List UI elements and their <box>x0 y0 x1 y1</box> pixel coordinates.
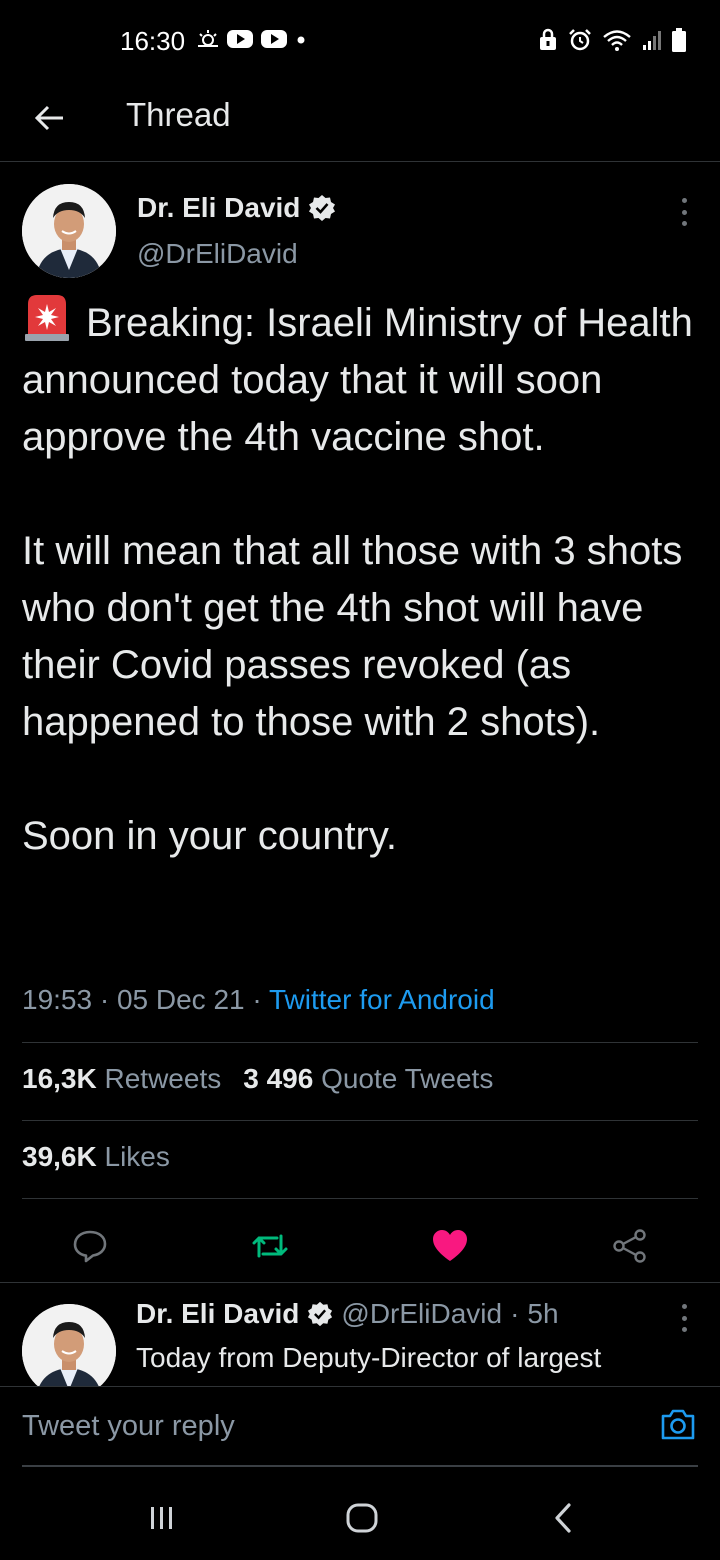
author-name-row[interactable]: Dr. Eli David <box>137 192 336 224</box>
reply-author-avatar[interactable] <box>22 1304 116 1398</box>
tweet-paragraph-3: Soon in your country. <box>22 814 398 858</box>
tweet-date: 05 Dec 21 <box>116 984 245 1015</box>
tweet-text: Breaking: Israeli Ministry of Health ann… <box>22 292 698 865</box>
status-right-icons <box>538 28 686 52</box>
share-icon <box>613 1229 646 1263</box>
camera-button[interactable] <box>660 1407 696 1443</box>
reply-more-options-button[interactable] <box>674 1304 694 1332</box>
reply-text[interactable]: Today from Deputy-Director of largest <box>136 1338 696 1386</box>
divider <box>22 1042 698 1043</box>
alarm-icon <box>569 29 591 51</box>
recent-apps-button[interactable] <box>140 1498 184 1538</box>
reply-composer <box>0 1386 720 1467</box>
system-nav-bar <box>0 1470 720 1560</box>
reply-icon <box>73 1230 107 1263</box>
share-button[interactable] <box>608 1224 652 1268</box>
reply-button[interactable] <box>68 1224 112 1268</box>
likes-count: 39,6K <box>22 1141 97 1172</box>
avatar-photo <box>22 1304 116 1398</box>
more-dot <box>681 1304 687 1309</box>
wifi-icon <box>603 30 631 51</box>
weather-icon <box>198 30 218 47</box>
composer-underline <box>22 1465 698 1467</box>
back-icon <box>555 1503 571 1533</box>
divider <box>22 1120 698 1121</box>
reply-author-name: Dr. Eli David <box>136 1298 300 1329</box>
verified-badge-icon <box>309 195 336 221</box>
nav-back-button[interactable] <box>542 1498 586 1538</box>
more-dot <box>681 1315 687 1321</box>
tweet-stats-row: 16,3K Retweets 3 496 Quote Tweets <box>22 1063 493 1095</box>
signal-icon <box>643 31 661 50</box>
camera-icon <box>661 1409 695 1440</box>
retweets-count: 16,3K <box>22 1063 97 1094</box>
author-avatar[interactable] <box>22 184 116 278</box>
avatar-photo <box>22 184 116 278</box>
reply-input[interactable] <box>22 1401 622 1451</box>
tweet-paragraph-1-text: Breaking: Israeli Ministry of Health ann… <box>22 301 693 459</box>
divider <box>0 1282 720 1283</box>
notification-dot-icon <box>297 36 305 44</box>
tweet-actions <box>0 1218 720 1280</box>
author-name: Dr. Eli David <box>137 192 301 223</box>
back-button[interactable] <box>30 98 70 138</box>
status-bar: 16:30 <box>0 0 720 82</box>
rotating-light-emoji-icon <box>25 295 69 341</box>
tweet-paragraph-2: It will mean that all those with 3 shots… <box>22 529 683 744</box>
retweet-button[interactable] <box>248 1224 292 1268</box>
tweet-meta: 19:53 · 05 Dec 21 · Twitter for Android <box>22 984 495 1016</box>
likes-label: Likes <box>104 1141 170 1172</box>
retweet-icon <box>252 1234 288 1258</box>
more-dot <box>681 1327 687 1332</box>
retweets-label: Retweets <box>104 1063 222 1094</box>
home-icon <box>346 1503 378 1533</box>
quote-tweets-count: 3 496 <box>243 1063 314 1094</box>
page-title: Thread <box>126 96 231 133</box>
heart-filled-icon <box>433 1230 467 1261</box>
recent-apps-icon <box>151 1507 172 1529</box>
likes-stat[interactable]: 39,6K Likes <box>22 1141 170 1173</box>
battery-icon <box>672 28 686 52</box>
divider <box>22 1198 698 1199</box>
thread-header: Thread <box>0 82 720 162</box>
like-button[interactable] <box>428 1224 472 1268</box>
arrow-left-icon <box>35 105 63 131</box>
author-handle: @DrEliDavid <box>137 238 298 269</box>
youtube-icon <box>227 30 253 48</box>
youtube-icon <box>261 30 287 48</box>
status-left-icons <box>196 28 308 50</box>
tweet-source-link[interactable]: Twitter for Android <box>269 984 495 1015</box>
tweet-paragraph-1: Breaking: Israeli Ministry of Health ann… <box>22 292 698 466</box>
more-dot <box>681 198 687 203</box>
meta-separator: · <box>510 1298 520 1329</box>
reply-time-ago: 5h <box>527 1298 559 1329</box>
more-options-button[interactable] <box>674 198 694 226</box>
reply-header[interactable]: Dr. Eli David @DrEliDavid · 5h <box>136 1298 559 1330</box>
meta-separator: · <box>99 984 117 1015</box>
quote-tweets-label: Quote Tweets <box>321 1063 494 1094</box>
retweets-stat[interactable]: 16,3K Retweets <box>22 1063 221 1095</box>
tweet-time: 19:53 <box>22 984 93 1015</box>
verified-badge-icon <box>308 1301 333 1327</box>
lock-icon <box>540 28 556 50</box>
more-dot <box>681 209 687 215</box>
meta-separator: · <box>252 984 269 1015</box>
quote-tweets-stat[interactable]: 3 496 Quote Tweets <box>243 1063 493 1095</box>
status-time: 16:30 <box>120 26 186 56</box>
home-button[interactable] <box>340 1498 384 1538</box>
more-dot <box>681 221 687 226</box>
reply-author-handle: @DrEliDavid <box>341 1298 503 1329</box>
